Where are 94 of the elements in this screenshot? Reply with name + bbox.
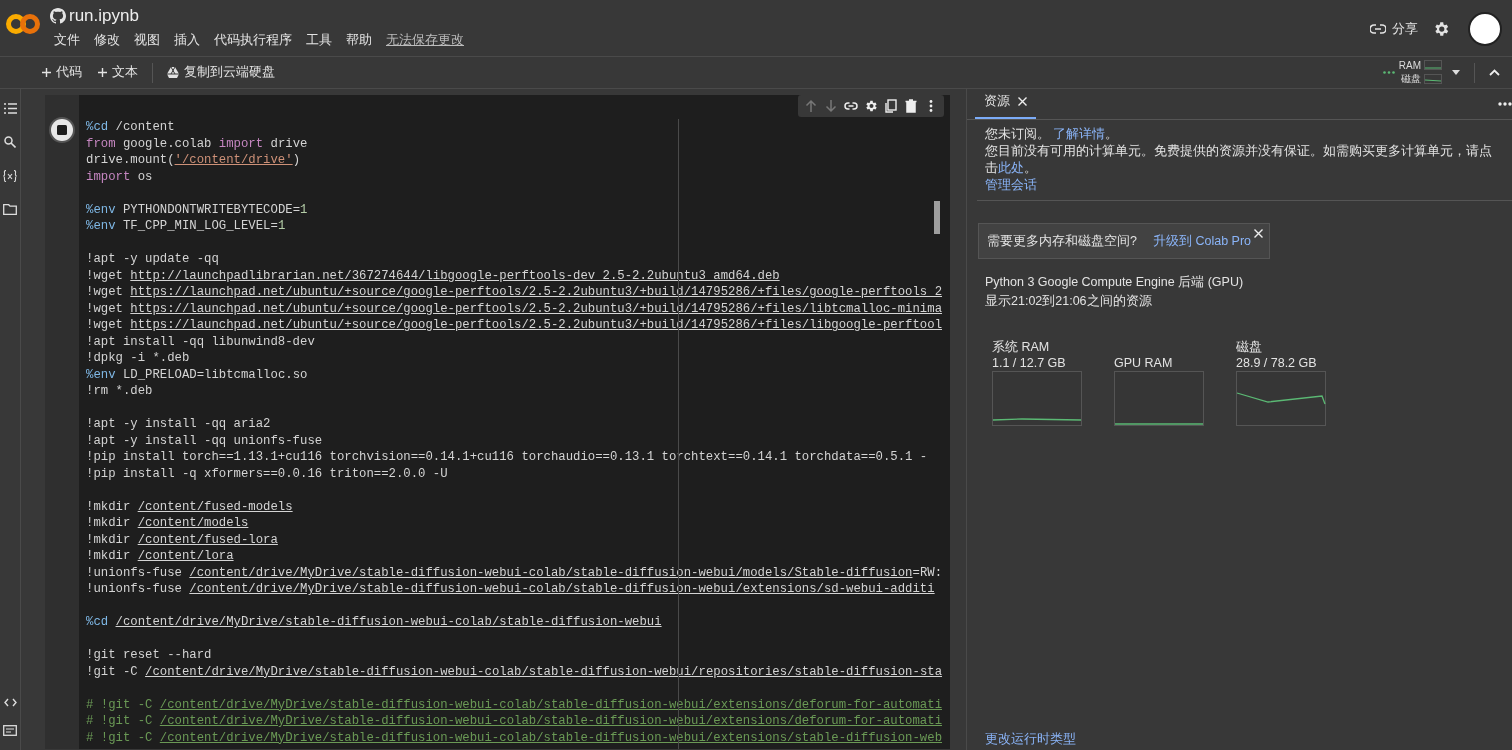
code-line: from google.colab import drive bbox=[86, 135, 308, 152]
banner-text: 需要更多内存和磁盘空间? bbox=[987, 232, 1137, 250]
notebook-title[interactable]: run.ipynb bbox=[69, 6, 139, 26]
folder-icon[interactable] bbox=[3, 204, 17, 215]
code-line: !pip install -q xformers==0.0.16 triton==2.0.0 -U bbox=[86, 465, 448, 482]
change-runtime-link[interactable]: 更改运行时类型 bbox=[985, 731, 1076, 748]
code-line: !mkdir /content/fused-models bbox=[86, 498, 293, 515]
code-line: !git -C /content/drive/MyDrive/stable-diffusion-webui-colab/stable-diffusion-webui/repositories/stable-diffusion-sta bbox=[86, 663, 942, 680]
code-line: %env LD_PRELOAD=libtcmalloc.so bbox=[86, 366, 308, 383]
code-line: !wget http://launchpadlibrarian.net/367274644/libgoogle-perftools-dev_2.5-2.2ubuntu3_amd64.deb bbox=[86, 267, 780, 284]
variables-icon[interactable] bbox=[3, 170, 17, 182]
menu-item[interactable]: 修改 bbox=[88, 30, 126, 51]
manage-sessions-link[interactable]: 管理会话 bbox=[985, 177, 1037, 194]
github-icon bbox=[50, 8, 66, 24]
here-link[interactable]: 此处 bbox=[998, 161, 1024, 175]
meter-reading: 1.1 / 12.7 GB bbox=[992, 355, 1067, 371]
code-line: !git reset --hard bbox=[86, 647, 212, 664]
learn-more-link[interactable]: 了解详情 bbox=[1053, 127, 1106, 141]
settings-icon[interactable] bbox=[864, 99, 878, 113]
code-line: !apt -y update -qq bbox=[86, 251, 219, 268]
indicator-label: 磁盘 bbox=[1400, 71, 1421, 86]
subscription-notice: 您未订阅。 了解详情。 bbox=[985, 126, 1120, 143]
code-line: import os bbox=[86, 168, 153, 185]
table-of-contents-icon[interactable] bbox=[3, 103, 17, 114]
code-line: !wget https://launchpad.net/ubuntu/+source/google-perftools/2.5-2.2ubuntu3/+build/14795286/+files/libtcmalloc-minima bbox=[86, 300, 942, 317]
code-line: !mkdir /content/lora bbox=[86, 548, 234, 565]
copy-to-drive-button[interactable]: 复制到云端硬盘 bbox=[159, 61, 283, 84]
code-line: !wget https://launchpad.net/ubuntu/+source/google-perftools/2.5-2.2ubuntu3/+build/14795286/+files/google-perftools_2 bbox=[86, 284, 942, 301]
link-icon[interactable] bbox=[844, 99, 858, 113]
link-icon bbox=[1370, 24, 1386, 34]
scrollbar-thumb[interactable] bbox=[934, 201, 940, 234]
share-button[interactable]: 分享 bbox=[1366, 18, 1422, 40]
resources-tab[interactable]: 资源 bbox=[975, 89, 1036, 119]
mirror-cell-icon[interactable] bbox=[884, 99, 898, 113]
meter-label: 磁盘 bbox=[1236, 339, 1263, 355]
avatar[interactable] bbox=[1468, 12, 1502, 46]
code-line: !apt -y install -qq aria2 bbox=[86, 416, 271, 433]
move-down-icon[interactable] bbox=[824, 99, 838, 113]
close-icon[interactable] bbox=[1018, 97, 1027, 106]
delete-icon[interactable] bbox=[904, 99, 918, 113]
code-line: !pip install torch==1.13.1+cu116 torchvision==0.14.1+cu116 torchaudio==0.13.1 torchtext==0.14.1 torchdata==0.5.1 - bbox=[86, 449, 928, 466]
menu-item[interactable]: 文件 bbox=[48, 30, 86, 51]
status-dots-icon bbox=[1382, 71, 1395, 74]
plus-icon bbox=[98, 68, 107, 77]
code-line: %cd /content/drive/MyDrive/stable-diffusion-webui-colab/stable-diffusion-webui bbox=[86, 614, 662, 631]
add-cell-button[interactable]: 文本 bbox=[90, 61, 146, 84]
upgrade-link[interactable]: 升级到 Colab Pro bbox=[1152, 232, 1251, 250]
menu-item[interactable]: 帮助 bbox=[340, 30, 378, 51]
add-cell-button[interactable]: 代码 bbox=[34, 61, 90, 84]
code-line: %cd /content bbox=[86, 119, 175, 136]
drive-icon bbox=[167, 67, 179, 78]
stop-button[interactable] bbox=[51, 119, 73, 141]
code-line: # !git -C /content/drive/MyDrive/stable-diffusion-webui-colab/stable-diffusion-webui/extensions/stable-diffusion-web bbox=[86, 729, 942, 746]
search-icon[interactable] bbox=[4, 136, 16, 148]
code-line: !unionfs-fuse /content/drive/MyDrive/stable-diffusion-webui-colab/stable-diffusion-webui/extensions/sd-webui-additi bbox=[86, 581, 935, 598]
code-line: !rm *.deb bbox=[86, 383, 153, 400]
colab-logo[interactable] bbox=[6, 13, 40, 35]
collapse-icon[interactable] bbox=[1489, 69, 1500, 76]
close-icon[interactable] bbox=[1254, 229, 1263, 238]
move-up-icon[interactable] bbox=[804, 99, 818, 113]
more-options-icon[interactable] bbox=[1498, 102, 1512, 106]
menu-item[interactable]: 视图 bbox=[128, 30, 166, 51]
meter-reading: 28.9 / 78.2 GB bbox=[1236, 355, 1318, 371]
save-status-link[interactable]: 无法保存更改 bbox=[380, 30, 470, 51]
code-line: # !git -C /content/drive/MyDrive/stable-diffusion-webui-colab/stable-diffusion-webui/extensions/deforum-for-automati bbox=[86, 713, 942, 730]
code-cell[interactable] bbox=[45, 95, 950, 749]
meter-label: 系统 RAM bbox=[992, 339, 1051, 355]
code-line: drive.mount('/content/drive') bbox=[86, 152, 301, 169]
code-line: !mkdir /content/models bbox=[86, 515, 249, 532]
dropdown-caret-icon[interactable] bbox=[1452, 70, 1460, 75]
resource-indicator[interactable]: RAM 磁盘 bbox=[1378, 59, 1446, 86]
code-line: !apt install -qq libunwind8-dev bbox=[86, 333, 315, 350]
code-line: !apt -y install -qq unionfs-fuse bbox=[86, 432, 323, 449]
stop-icon bbox=[57, 125, 67, 135]
time-range-label: 显示21:02到21:06之间的资源 bbox=[985, 293, 1153, 310]
usage-sparkline-icon bbox=[1424, 73, 1442, 84]
indicator-label: RAM bbox=[1398, 59, 1421, 71]
code-line: !wget https://launchpad.net/ubuntu/+source/google-perftools/2.5-2.2ubuntu3/+build/14795286/+files/libgoogle-perftool bbox=[86, 317, 942, 334]
menu-item[interactable]: 代码执行程序 bbox=[208, 30, 298, 51]
compute-units-notice: 您目前没有可用的计算单元。免费提供的资源并没有保证。如需购买更多计算单元，请点击此处。 bbox=[985, 143, 1493, 177]
code-line: !unionfs-fuse /content/drive/MyDrive/stable-diffusion-webui-colab/stable-diffusion-webui/models/Stable-diffusion=RW: bbox=[86, 564, 943, 581]
code-snippets-icon[interactable] bbox=[3, 698, 17, 707]
plus-icon bbox=[42, 68, 51, 77]
menu-item[interactable]: 插入 bbox=[168, 30, 206, 51]
runtime-label: Python 3 Google Compute Engine 后端 (GPU) bbox=[985, 274, 1245, 291]
usage-sparkline-icon bbox=[1424, 60, 1442, 70]
code-line: %env PYTHONDONTWRITEBYTECODE=1 bbox=[86, 201, 308, 218]
meter-label: GPU RAM bbox=[1114, 355, 1174, 371]
terminal-icon[interactable] bbox=[3, 725, 17, 736]
code-line: !mkdir /content/fused-lora bbox=[86, 531, 278, 548]
code-line: !dpkg -i *.deb bbox=[86, 350, 190, 367]
code-line: %env TF_CPP_MIN_LOG_LEVEL=1 bbox=[86, 218, 286, 235]
code-line: # !git -C /content/drive/MyDrive/stable-diffusion-webui-colab/stable-diffusion-webui/extensions/deforum-for-automati bbox=[86, 696, 942, 713]
menu-item[interactable]: 工具 bbox=[300, 30, 338, 51]
